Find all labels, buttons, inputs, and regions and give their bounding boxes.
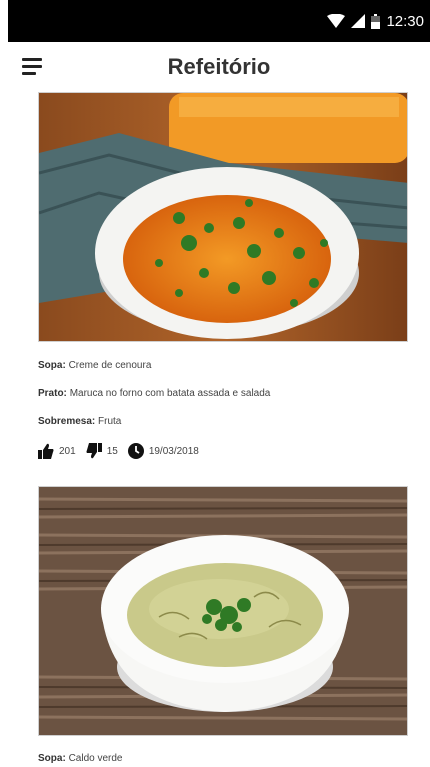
- soup-value: Caldo verde: [68, 753, 123, 764]
- main-dish-line: Prato: Maruca no forno com batata assada…: [38, 388, 270, 399]
- soup-line: Sopa: Caldo verde: [38, 753, 122, 764]
- dessert-line: Sobremesa: Fruta: [38, 416, 121, 427]
- carrot-soup-photo: [38, 92, 408, 342]
- soup-label: Sopa:: [38, 753, 66, 764]
- main-dish-label: Prato:: [38, 388, 67, 399]
- status-bar: 12:30: [8, 0, 430, 42]
- likes-count: 201: [59, 445, 76, 457]
- thumbs-down-icon[interactable]: [86, 443, 102, 459]
- post-date: 19/03/2018: [148, 445, 199, 457]
- signal-icon: [351, 14, 366, 28]
- page-title: Refeitório: [167, 54, 271, 79]
- soup-line: Sopa: Creme de cenoura: [38, 360, 151, 371]
- soup-label: Sopa:: [38, 360, 66, 371]
- dislikes-count: 15: [106, 445, 118, 457]
- app-bar: Refeitório: [8, 42, 430, 92]
- battery-icon: [371, 13, 381, 29]
- status-time: 12:30: [386, 12, 424, 30]
- soup-value: Creme de cenoura: [68, 360, 152, 371]
- meal-stats: 201 15 19/03/2018: [38, 443, 209, 459]
- clock-icon: [127, 443, 144, 459]
- main-dish-value: Maruca no forno com batata assada e sala…: [69, 388, 271, 399]
- wifi-icon: [327, 14, 346, 28]
- thumbs-up-icon[interactable]: [38, 443, 54, 459]
- dessert-value: Fruta: [98, 416, 122, 427]
- dessert-label: Sobremesa:: [38, 416, 96, 427]
- caldo-verde-photo: [38, 486, 408, 736]
